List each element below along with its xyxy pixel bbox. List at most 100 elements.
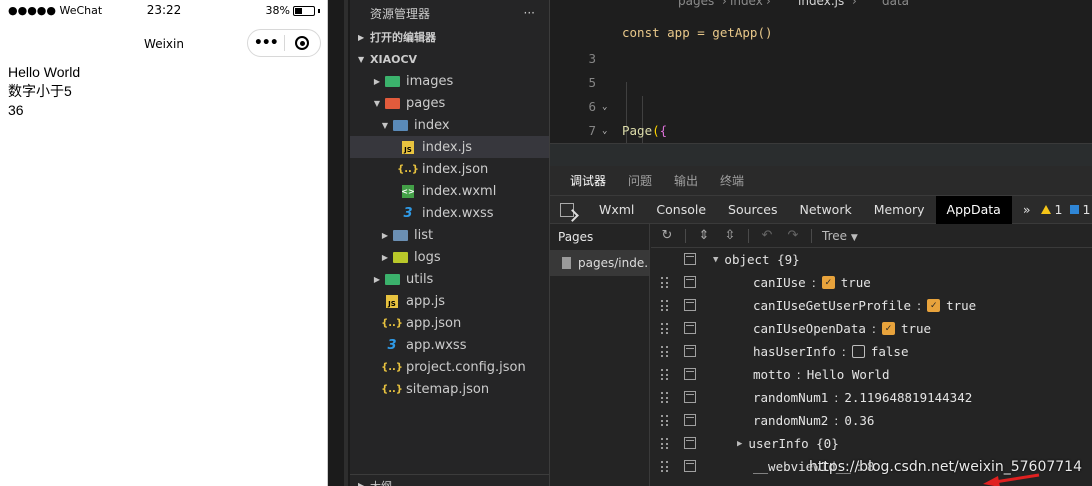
tree-folder-list[interactable]: ▶ list [350,224,549,246]
warning-icon[interactable] [1041,205,1052,214]
appdata-toolbar: ↻ ⇕ ⇳ ↶ ↷ Tree ▼ [651,224,1092,248]
drag-handle-icon[interactable] [661,323,669,335]
row-checkbox-icon[interactable] [684,345,696,357]
row-checkbox-icon[interactable] [684,368,696,380]
row-checkbox-icon[interactable] [684,253,696,265]
code-editor[interactable]: pages › index › index.js › data const ap… [550,0,1092,166]
js-file-icon: JS [386,294,398,308]
view-mode-select[interactable]: Tree ▼ [822,229,858,243]
code-line: 7 motto: 'Hello World', [588,123,810,162]
tab-console[interactable]: Console [645,196,717,224]
json-file-icon: {..} [397,163,419,175]
value-field[interactable]: Hello World [807,367,890,382]
drag-handle-icon[interactable] [661,346,669,358]
tree-file-sitemap[interactable]: {..} sitemap.json [350,378,549,400]
expand-all-icon[interactable]: ⇳ [722,228,738,243]
more-tabs-button[interactable]: » [1012,196,1042,224]
row-checkbox-icon[interactable] [684,391,696,403]
drag-handle-icon[interactable] [661,392,669,404]
tab-network[interactable]: Network [789,196,863,224]
tree-folder-utils[interactable]: ▶ utils [350,268,549,290]
drag-handle-icon[interactable] [661,369,669,381]
row-checkbox-icon[interactable] [684,299,696,311]
tab-terminal[interactable]: 终端 [720,172,744,189]
tree-file-index-wxml[interactable]: <> index.wxml [350,180,549,202]
tree-row[interactable]: canIUse: ✓ true [651,271,1092,294]
chevron-right-icon[interactable]: ▶ [737,439,742,449]
tree-file-index-wxss[interactable]: 3 index.wxss [350,202,549,224]
close-ring-icon [295,36,310,50]
tree-row[interactable]: hasUserInfo: false [651,340,1092,363]
row-checkbox-icon[interactable] [684,322,696,334]
value-field[interactable]: 0.36 [844,413,874,428]
value-field[interactable]: 2.119648819144342 [844,390,972,405]
tree-row[interactable]: canIUseGetUserProfile: ✓ true [651,294,1092,317]
undo-icon[interactable]: ↶ [759,228,775,243]
tree-file-app-wxss[interactable]: 3 app.wxss [350,334,549,356]
capsule-menu[interactable]: ••• [247,29,321,57]
drag-handle-icon[interactable] [661,438,669,450]
folder-icon [384,75,400,87]
bool-checkbox[interactable] [851,345,865,358]
code-line: const app = getApp() [622,25,773,40]
tree-row[interactable]: randomNum2:0.36 [651,409,1092,432]
chevron-down-icon: ▼ [373,98,381,108]
more-icon[interactable]: ••• [248,35,284,51]
collapse-all-icon[interactable]: ⇕ [696,228,712,243]
tree-file-app-js[interactable]: JS app.js [350,290,549,312]
tree-row[interactable]: motto: Hello World [651,363,1092,386]
tree-file-index-json[interactable]: {..} index.json [350,158,549,180]
chevron-right-icon: ▶ [358,32,365,42]
motto-text: Hello World [8,64,81,80]
inspect-element-icon[interactable] [560,202,574,217]
tree-file-project-config[interactable]: {..} project.config.json [350,356,549,378]
tree-row[interactable]: randomNum1:2.119648819144342 [651,386,1092,409]
tree-row[interactable]: canIUseOpenData: ✓ true [651,317,1092,340]
explorer-title: 资源管理器 [370,6,431,21]
drag-handle-icon[interactable] [661,461,669,473]
message-icon[interactable] [1070,205,1080,214]
bool-checkbox[interactable]: ✓ [821,276,835,289]
redo-icon[interactable]: ↷ [785,228,801,243]
tree-folder-pages[interactable]: ▼ pages [350,92,549,114]
refresh-icon[interactable]: ↻ [659,228,675,243]
tab-wxml[interactable]: Wxml [588,196,645,224]
bool-checkbox[interactable]: ✓ [881,322,895,335]
tree-folder-index[interactable]: ▼ index [350,114,549,136]
close-mini-program-button[interactable] [284,36,320,50]
tree-root[interactable]: ▼ object {9} [651,248,1092,271]
tree-row[interactable]: ▶ userInfo {0} [651,432,1092,455]
tab-output[interactable]: 输出 [674,172,698,189]
row-checkbox-icon[interactable] [684,414,696,426]
bool-checkbox[interactable]: ✓ [927,299,941,312]
tab-sources[interactable]: Sources [717,196,788,224]
tab-debugger[interactable]: 调试器 [570,172,606,189]
code-line: 8 randomNum1: Math.random() * 10, //随机10… [550,119,1092,162]
tab-appdata[interactable]: AppData [935,195,1012,224]
pages-list: Pages pages/inde... [550,224,650,486]
project-section[interactable]: ▼ XIAOCV [350,48,549,70]
tree-file-app-json[interactable]: {..} app.json [350,312,549,334]
tree-file-index-js[interactable]: JS index.js [350,136,549,158]
status-bar: ●●●●● WeChat 23:22 38% [0,0,328,22]
more-actions-icon[interactable]: ··· [524,6,535,20]
drag-handle-icon[interactable] [661,415,669,427]
outline-section[interactable]: ▶ 大纲 [350,474,549,486]
row-checkbox-icon[interactable] [684,437,696,449]
drag-handle-icon[interactable] [661,277,669,289]
page-content: Hello World 数字小于5 36 [8,63,80,120]
message-count: 1 [1082,202,1091,217]
row-checkbox-icon[interactable] [684,276,696,288]
tree-folder-images[interactable]: ▶ images [350,70,549,92]
page-item[interactable]: pages/inde... [550,250,649,276]
code-line: 5 ⌄ Page({ [588,75,668,138]
tab-problems[interactable]: 问题 [628,172,652,189]
json-file-icon: {..} [381,317,403,329]
drag-handle-icon[interactable] [661,300,669,312]
open-editors-section[interactable]: ▶ 打开的编辑器 [350,26,549,48]
simulator-splitter[interactable] [328,0,350,486]
row-checkbox-icon[interactable] [684,460,696,472]
tree-folder-logs[interactable]: ▶ logs [350,246,549,268]
compare-text: 数字小于5 [8,83,72,99]
tab-memory[interactable]: Memory [863,196,936,224]
